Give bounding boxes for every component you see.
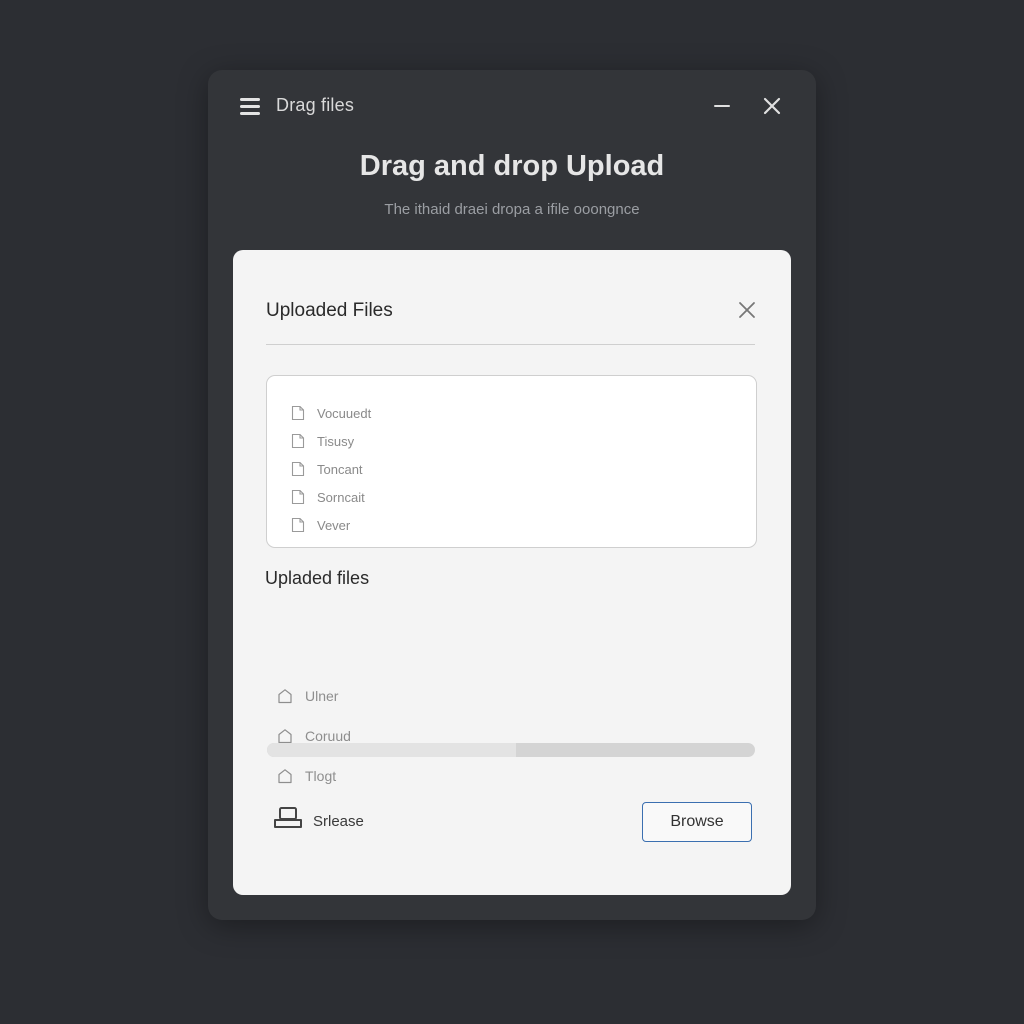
dropzone-file-item[interactable]: Tisusy	[291, 432, 354, 450]
browse-button[interactable]: Browse	[642, 802, 752, 842]
release-button[interactable]: Srlease	[273, 806, 364, 830]
dropzone-file-item[interactable]: Vocuuedt	[291, 404, 371, 422]
close-icon	[763, 97, 781, 115]
file-name: Ulner	[305, 688, 339, 704]
minimize-icon	[714, 105, 730, 107]
panel-divider	[266, 344, 755, 345]
uploaded-section-title: Upladed files	[265, 568, 370, 588]
uploaded-file-item[interactable]: Tlogt	[277, 766, 336, 786]
file-icon	[291, 517, 305, 533]
file-icon	[291, 461, 305, 477]
release-label: Srlease	[313, 813, 364, 830]
dropzone-file-item[interactable]: Vever	[291, 516, 350, 534]
panel-close-button[interactable]	[735, 298, 759, 322]
file-name: Coruud	[305, 728, 351, 744]
minimize-button[interactable]	[708, 92, 736, 120]
file-name: Toncant	[317, 461, 363, 477]
file-name: Vever	[317, 517, 351, 533]
file-name: Sorncait	[317, 489, 365, 505]
hamburger-menu-icon[interactable]	[240, 98, 260, 115]
home-icon	[278, 689, 292, 704]
dropzone-file-item[interactable]: Toncant	[291, 460, 363, 478]
progress-fill	[267, 743, 516, 757]
file-name: Vocuuedt	[317, 405, 372, 421]
file-name: Tlogt	[305, 768, 337, 784]
uploaded-files-panel: Uploaded Files Vocuuedt Tisusy Toncant S…	[233, 250, 791, 895]
drop-zone[interactable]: Vocuuedt Tisusy Toncant Sorncait Vever	[266, 375, 757, 548]
close-icon	[739, 302, 755, 318]
upload-progress-bar	[267, 743, 755, 757]
file-icon	[291, 489, 305, 505]
upload-window: Drag files Drag and drop Upload The itha…	[208, 70, 816, 920]
window-title: Drag files	[276, 95, 355, 115]
window-close-button[interactable]	[758, 92, 786, 120]
dropzone-file-item[interactable]: Sorncait	[291, 488, 365, 506]
page-heading: Drag and drop Upload	[359, 150, 665, 182]
panel-title: Uploaded Files	[266, 300, 393, 321]
file-icon	[291, 405, 305, 421]
tray-icon	[274, 807, 302, 828]
uploaded-file-item[interactable]: Ulner	[277, 686, 338, 706]
title-bar: Drag files	[208, 70, 816, 142]
page-subheading: The ithaid draei dropa a ifile ooongnce	[384, 201, 640, 218]
file-icon	[291, 433, 305, 449]
home-icon	[278, 769, 292, 784]
file-name: Tisusy	[317, 433, 355, 449]
home-icon	[278, 729, 292, 744]
